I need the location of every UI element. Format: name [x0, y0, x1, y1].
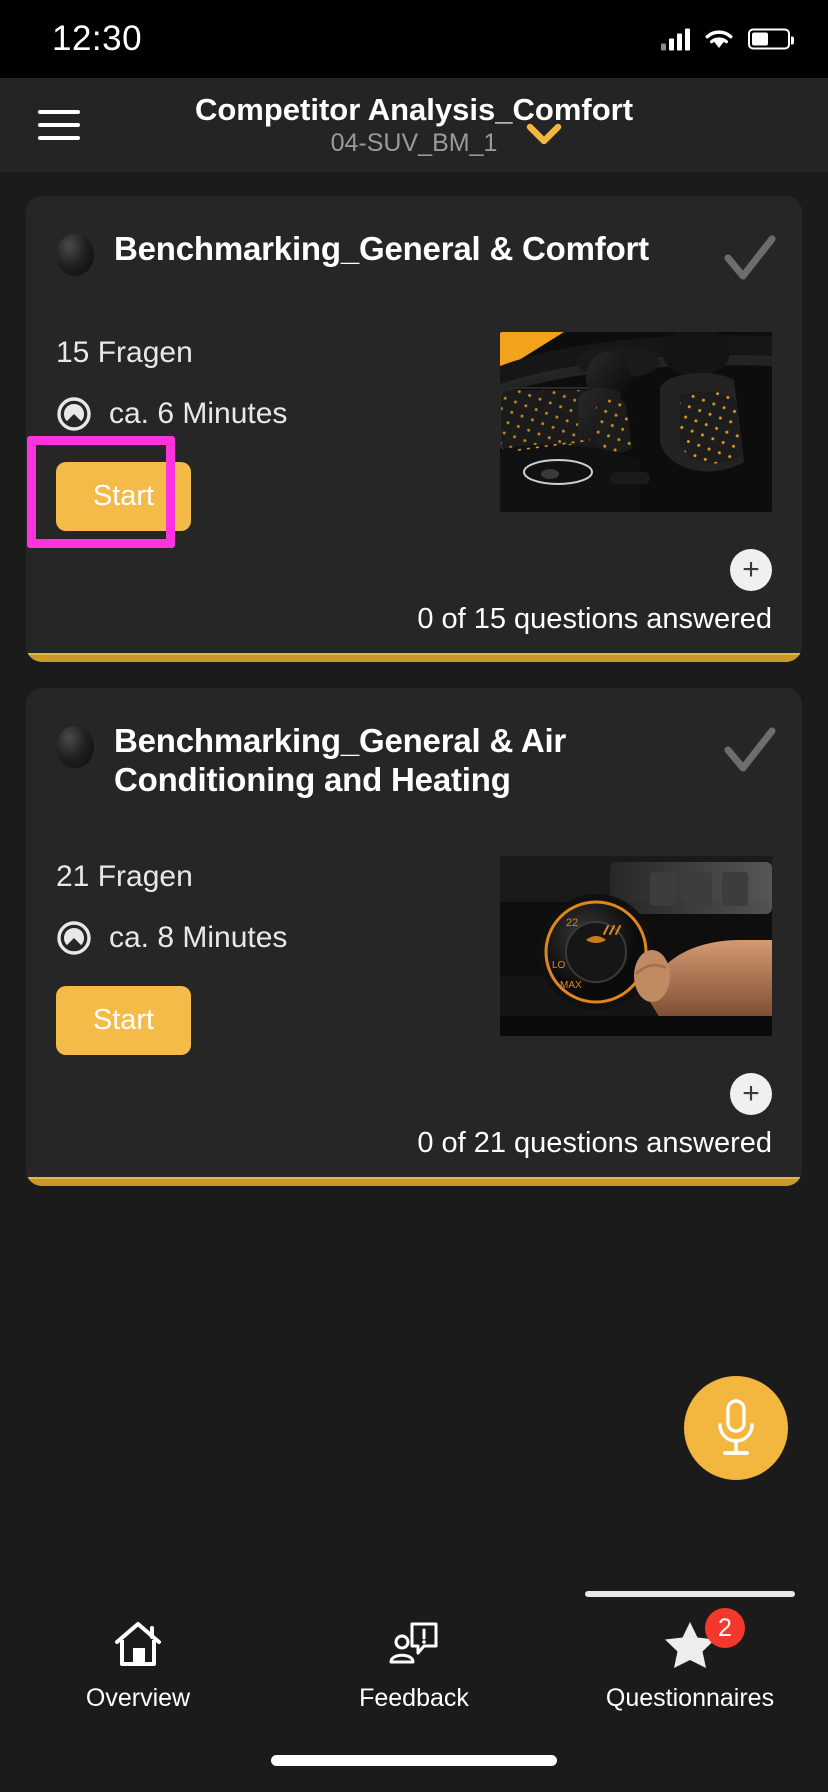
battery-icon: [748, 28, 794, 50]
bottom-tab-bar: Overview Feedback 2 Questionnaires: [0, 1584, 828, 1792]
home-icon: [112, 1618, 164, 1670]
duration-row: ca. 6 Minutes: [56, 396, 287, 432]
card-title: Benchmarking_General & Comfort: [114, 230, 649, 267]
status-bar: 12:30: [0, 0, 828, 78]
card-header: Benchmarking_General & Comfort: [56, 230, 776, 280]
svg-text:LO: LO: [552, 960, 566, 971]
start-button-wrapper: Start: [27, 436, 191, 548]
card-meta: 21 Fragen ca. 8 Minutes Start: [56, 856, 287, 1055]
question-count-label: 21 Fragen: [56, 859, 193, 893]
microphone-icon: [718, 1399, 754, 1455]
card-body: 15 Fragen ca. 6 Minutes Start: [27, 332, 772, 548]
card-meta: 15 Fragen ca. 6 Minutes Start: [27, 332, 287, 548]
tab-label: Overview: [85, 1684, 191, 1712]
question-count-label: 15 Fragen: [56, 336, 193, 369]
hamburger-menu-icon[interactable]: [38, 110, 80, 140]
card-footer: + 0 of 21 questions answered: [56, 1055, 772, 1186]
status-bar-indicators: [661, 28, 794, 51]
tab-label: Feedback: [359, 1684, 469, 1712]
badge-count: 2: [705, 1608, 745, 1648]
clock-icon: [57, 921, 91, 955]
card-body: 21 Fragen ca. 8 Minutes Start 22 LO MAX: [56, 855, 772, 1055]
start-button[interactable]: Start: [56, 985, 191, 1055]
tab-label: Questionnaires: [605, 1684, 775, 1712]
page-title: Competitor Analysis_Comfort: [194, 91, 634, 127]
svg-text:MAX: MAX: [560, 980, 582, 991]
card-title: Benchmarking_General & Air Conditioning …: [114, 722, 567, 798]
card-footer: + 0 of 15 questions answered: [56, 531, 772, 662]
clock-icon: [57, 397, 91, 431]
plus-icon[interactable]: +: [730, 1072, 772, 1115]
chevron-down-icon[interactable]: [526, 122, 562, 146]
wifi-icon: [705, 30, 733, 48]
start-button-wrapper: Start: [56, 985, 191, 1055]
plus-icon[interactable]: +: [730, 549, 772, 591]
feedback-person-icon: [388, 1618, 440, 1670]
answered-count-label: 0 of 21 questions answered: [417, 1126, 772, 1159]
voice-record-fab[interactable]: [684, 1376, 788, 1480]
page-subtitle: 04-SUV_BM_1: [330, 129, 498, 158]
status-dot-icon: [56, 726, 94, 768]
checkmark-icon: [722, 724, 778, 776]
svg-text:22: 22: [566, 917, 578, 929]
questionnaire-card[interactable]: Benchmarking_General & Air Conditioning …: [26, 688, 802, 1186]
home-indicator: [271, 1755, 557, 1766]
card-accent-bar: [26, 653, 802, 662]
questionnaire-list: Benchmarking_General & Comfort 15 Fragen: [0, 172, 828, 1186]
tab-overview[interactable]: Overview: [0, 1618, 276, 1713]
duration-row: ca. 8 Minutes: [56, 920, 287, 956]
star-icon: 2: [661, 1608, 745, 1670]
card-thumbnail: 22 LO MAX: [500, 855, 772, 1036]
tab-questionnaires[interactable]: 2 Questionnaires: [552, 1591, 828, 1713]
header-title-block: Competitor Analysis_Comfort 04-SUV_BM_1: [0, 92, 828, 159]
duration-label: ca. 6 Minutes: [109, 397, 288, 430]
duration-label: ca. 8 Minutes: [109, 920, 288, 954]
card-thumbnail: [500, 332, 772, 512]
status-dot-icon: [56, 234, 94, 276]
card-header: Benchmarking_General & Air Conditioning …: [56, 722, 776, 800]
tab-feedback[interactable]: Feedback: [276, 1618, 552, 1713]
cellular-signal-icon: [661, 28, 690, 50]
app-header: Competitor Analysis_Comfort 04-SUV_BM_1: [0, 78, 828, 172]
start-button[interactable]: Start: [56, 462, 191, 531]
status-bar-time: 12:30: [52, 19, 143, 58]
questionnaire-card[interactable]: Benchmarking_General & Comfort 15 Fragen: [26, 196, 802, 662]
card-accent-bar: [26, 1176, 802, 1186]
answered-count-label: 0 of 15 questions answered: [417, 603, 772, 635]
active-tab-indicator: [585, 1591, 795, 1597]
main-content: Benchmarking_General & Comfort 15 Fragen: [0, 172, 828, 1792]
checkmark-icon: [722, 232, 778, 284]
